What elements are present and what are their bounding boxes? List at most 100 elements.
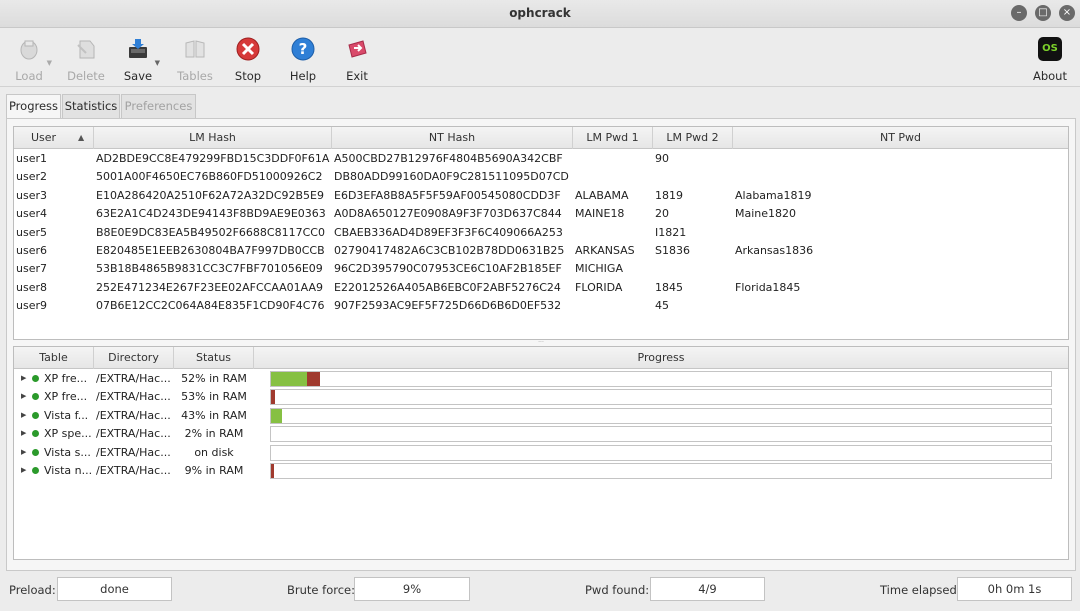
column-lm-pwd-2[interactable]: LM Pwd 2 — [653, 127, 733, 149]
table-row[interactable]: user4 63E2A1C4D243DE94143F8BD9AE9E0363 A0D… — [14, 205, 1068, 223]
cell-status: 43% in RAM — [181, 408, 247, 422]
pwd-found-label: Pwd found: — [585, 583, 650, 597]
cell-directory: /EXTRA/Hac... — [96, 408, 171, 422]
cell-nt-hash: DB80ADD99160DA0F9C281511095D07CD — [334, 170, 569, 184]
tab-statistics[interactable]: Statistics — [62, 94, 120, 118]
cell-status: 52% in RAM — [181, 372, 247, 385]
list-item[interactable]: ▶ Vista s... /EXTRA/Hac... on disk — [14, 444, 1068, 462]
chevron-down-icon: ▼ — [154, 59, 160, 67]
tab-progress[interactable]: Progress — [6, 94, 61, 119]
cell-lm-pwd1 — [575, 297, 651, 315]
cell-nt-hash: CBAEB336AD4D89EF3F3F6C409066A253 — [334, 225, 563, 239]
about-label: About — [1032, 69, 1067, 83]
about-button[interactable]: OS About — [1030, 31, 1070, 85]
expand-arrow-icon[interactable]: ▶ — [21, 374, 26, 382]
cell-lm-pwd2: I1821 — [655, 225, 687, 239]
column-user[interactable]: User ▲ — [14, 127, 94, 149]
load-label: Load — [15, 69, 43, 83]
cell-nt-pwd: Alabama1819 — [735, 188, 812, 202]
help-icon: ? — [291, 37, 315, 61]
cell-nt-pwd — [735, 297, 1065, 315]
table-row[interactable]: user7 53B18B4865B9831CC3C7FBF701056E09 96C… — [14, 260, 1068, 278]
expand-arrow-icon[interactable]: ▶ — [21, 411, 26, 419]
column-status[interactable]: Status — [174, 347, 254, 369]
sort-ascending-icon: ▲ — [78, 133, 85, 142]
exit-button[interactable]: Exit — [338, 31, 376, 85]
cell-lm-pwd1 — [575, 224, 651, 242]
chevron-down-icon: ▼ — [46, 59, 52, 67]
cell-directory: /EXTRA/Hac... — [96, 372, 171, 385]
maximize-button[interactable]: □ — [1035, 5, 1051, 21]
expand-arrow-icon[interactable]: ▶ — [21, 466, 26, 474]
brute-force-value: 9% — [354, 577, 470, 601]
cell-lm-hash: 252E471234E267F23EE02AFCCAA01AA9 — [96, 280, 324, 294]
table-row[interactable]: user2 5001A00F4650EC76B860FD51000926C2 DB8… — [14, 168, 1068, 186]
expand-arrow-icon[interactable]: ▶ — [21, 429, 26, 437]
cell-directory: /EXTRA/Hac... — [96, 390, 171, 404]
column-lm-pwd-1[interactable]: LM Pwd 1 — [573, 127, 653, 149]
cell-nt-hash: A500CBD27B12976F4804B5690A342CBF — [334, 152, 563, 165]
list-item[interactable]: ▶ XP fre... /EXTRA/Hac... 52% in RAM — [14, 370, 1068, 388]
cell-lm-hash: 5001A00F4650EC76B860FD51000926C2 — [96, 170, 323, 184]
stop-label: Stop — [234, 69, 262, 83]
cell-lm-pwd1 — [575, 150, 651, 168]
cell-status: 53% in RAM — [181, 390, 247, 404]
table-progress-bar — [270, 407, 1052, 424]
tables-list-header: Table Directory Status Progress — [14, 347, 1068, 369]
cell-lm-pwd2 — [655, 168, 731, 186]
column-lm-hash[interactable]: LM Hash — [94, 127, 332, 149]
cell-lm-pwd2: 1845 — [655, 280, 683, 294]
table-row[interactable]: user8 252E471234E267F23EE02AFCCAA01AA9 E22… — [14, 279, 1068, 297]
cell-lm-pwd1 — [575, 168, 651, 186]
list-item[interactable]: ▶ Vista f... /EXTRA/Hac... 43% in RAM — [14, 407, 1068, 425]
table-row[interactable]: user1 AD2BDE9CC8E479299FBD15C3DDF0F61A A50… — [14, 150, 1068, 168]
status-dot-icon — [32, 411, 39, 419]
column-directory[interactable]: Directory — [94, 347, 174, 369]
status-dot-icon — [32, 430, 39, 438]
cell-lm-pwd2: 1819 — [655, 188, 683, 202]
cell-lm-hash: 07B6E12CC2C064A84E835F1CD90F4C76 — [96, 299, 325, 313]
table-row[interactable]: user6 E820485E1EEB2630804BA7F997DB0CCB 027… — [14, 242, 1068, 260]
status-dot-icon — [32, 467, 39, 474]
cell-nt-hash: A0D8A650127E0908A9F3F703D637C844 — [334, 207, 562, 221]
help-label: Help — [289, 69, 317, 83]
list-item[interactable]: ▶ Vista n.../EXTRA/Hac... 9% in RAM — [14, 462, 1068, 480]
window-title: ophcrack — [509, 6, 571, 20]
tables-button[interactable]: Tables — [174, 31, 216, 85]
column-progress[interactable]: Progress — [254, 347, 1068, 369]
cell-lm-hash: 63E2A1C4D243DE94143F8BD9AE9E0363 — [96, 207, 326, 221]
close-button[interactable]: × — [1059, 5, 1075, 21]
table-row[interactable]: user3 E10A286420A2510F62A72A32DC92B5E9 E6D… — [14, 187, 1068, 205]
column-nt-hash[interactable]: NT Hash — [332, 127, 573, 149]
progress-panel: User ▲ LM Hash NT Hash LM Pwd 1 LM Pwd 2… — [6, 118, 1076, 571]
table-row[interactable]: user9 07B6E12CC2C064A84E835F1CD90F4C76 907… — [14, 297, 1068, 315]
expand-arrow-icon[interactable]: ▶ — [21, 448, 26, 456]
cell-lm-pwd2: S1836 — [655, 244, 690, 257]
cell-directory: /EXTRA/Hac... — [96, 427, 171, 441]
delete-button[interactable]: Delete — [62, 31, 110, 85]
stop-button[interactable]: Stop — [229, 31, 267, 85]
cell-user: user3 — [16, 188, 47, 202]
time-elapsed-value: 0h 0m 1s — [957, 577, 1072, 601]
title-bar: ophcrack – □ × — [0, 0, 1080, 28]
cell-user: user6 — [16, 244, 47, 257]
preload-label: Preload: — [9, 583, 56, 597]
tab-preferences[interactable]: Preferences — [121, 94, 196, 118]
expand-arrow-icon[interactable]: ▶ — [21, 392, 26, 400]
save-button[interactable]: ▼ Save — [118, 31, 160, 85]
list-item[interactable]: ▶ XP spe... /EXTRA/Hac... 2% in RAM — [14, 425, 1068, 443]
column-table[interactable]: Table — [14, 347, 94, 369]
load-button[interactable]: ▼ Load — [8, 31, 52, 85]
table-row[interactable]: user5 B8E0E9DC83EA5B49502F6688C8117CC0 CBA… — [14, 224, 1068, 242]
help-button[interactable]: ? Help — [284, 31, 322, 85]
load-icon — [20, 40, 38, 60]
table-progress-bar — [270, 463, 1052, 479]
cell-lm-pwd1: ARKANSAS — [575, 244, 635, 257]
hash-table-header: User ▲ LM Hash NT Hash LM Pwd 1 LM Pwd 2… — [14, 127, 1068, 149]
minimize-button[interactable]: – — [1011, 5, 1027, 21]
column-nt-pwd[interactable]: NT Pwd — [733, 127, 1068, 149]
splitter-handle[interactable]: ··· — [537, 340, 545, 346]
rainbow-tables-list: Table Directory Status Progress ▶ XP fre.… — [13, 346, 1069, 560]
list-item[interactable]: ▶ XP fre... /EXTRA/Hac... 53% in RAM — [14, 388, 1068, 406]
table-progress-bar — [270, 426, 1052, 443]
